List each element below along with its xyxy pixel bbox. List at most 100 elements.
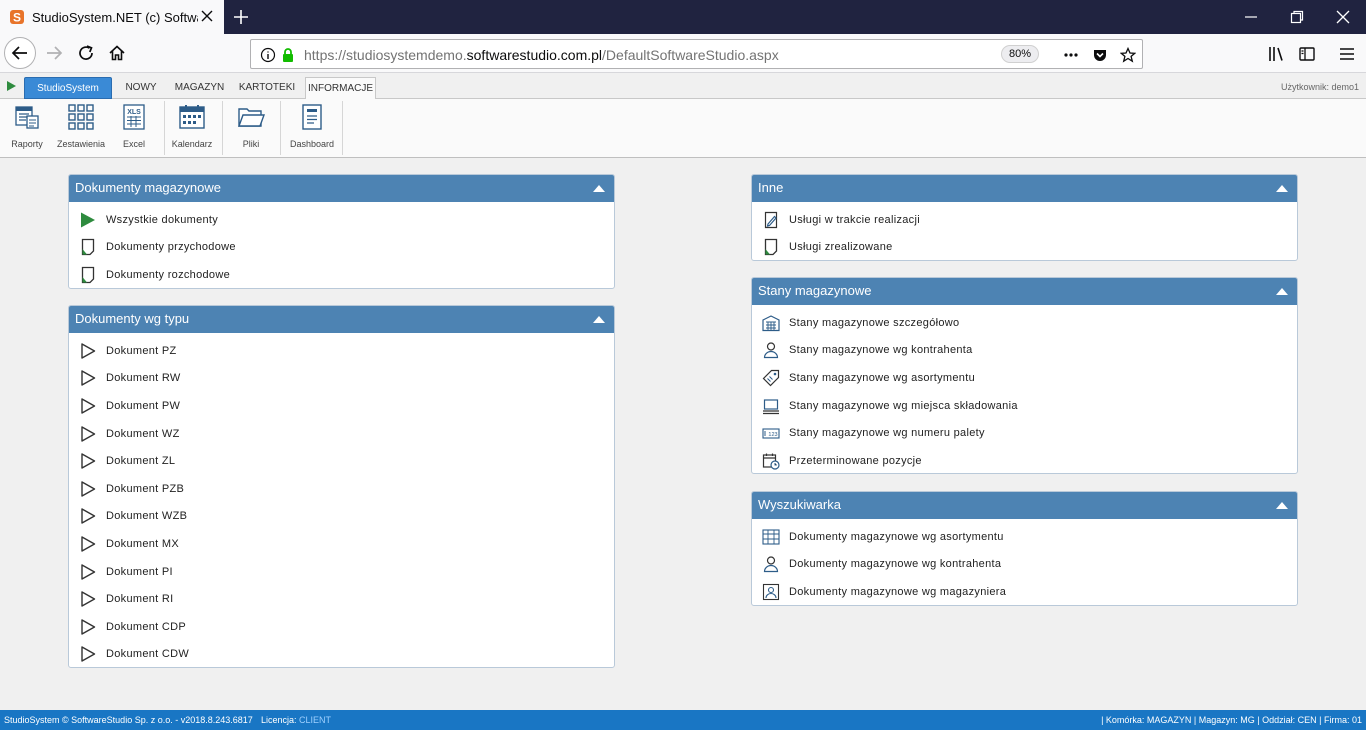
list-item[interactable]: Dokument CDW [69,641,614,668]
play-outline-icon [79,507,97,525]
collapse-up-icon[interactable] [592,315,606,324]
item-label: Usługi zrealizowane [789,241,893,254]
hamburger-menu-icon[interactable] [1338,45,1356,63]
list-item[interactable]: Dokument RI [69,585,614,613]
raporty-label: Raporty [11,139,43,149]
pliki-button[interactable]: Pliki [236,103,266,153]
play-outline-icon [79,618,97,636]
zestawienia-label: Zestawienia [56,139,106,149]
excel-label: Excel [122,139,145,149]
info-icon[interactable] [260,47,276,63]
tab-magazyn[interactable]: MAGAZYN [172,77,227,99]
list-item[interactable]: Dokument ZL [69,447,614,475]
kalendarz-label: Kalendarz [171,139,213,149]
panel-header[interactable]: Dokumenty magazynowe [69,175,614,202]
license-info: Licencja: CLIENT [261,715,332,725]
list-item[interactable]: Dokument WZ [69,420,614,448]
collapse-up-icon[interactable] [1275,184,1289,193]
list-item[interactable]: Stany magazynowe wg asortymentu [752,364,1297,392]
list-item[interactable]: Dokument PZB [69,475,614,503]
list-item[interactable]: Stany magazynowe wg kontrahenta [752,337,1297,365]
list-item[interactable]: Dokument PI [69,558,614,586]
page-actions-menu-icon[interactable] [1063,47,1079,63]
item-label: Dokument RI [106,593,174,606]
list-item[interactable]: Dokument CDP [69,613,614,641]
list-item[interactable]: Dokumenty przychodowe [69,234,614,262]
list-item[interactable]: Dokument PZ [69,337,614,365]
url-bar[interactable]: https://studiosystemdemo.softwarestudio.… [250,39,1143,69]
panel-title: Stany magazynowe [758,283,872,298]
reload-icon[interactable] [77,44,95,62]
item-label: Dokument PZB [106,482,185,495]
close-tab-icon[interactable] [200,9,214,23]
item-label: Dokument WZB [106,510,188,523]
excel-button[interactable]: XLS Excel [118,103,150,153]
pocket-icon[interactable] [1092,47,1108,63]
zoom-level-badge[interactable]: 80% [1001,45,1039,63]
reports-icon [15,106,39,129]
document-icon [762,238,780,256]
user-icon [762,341,780,359]
list-item[interactable]: Usługi zrealizowane [752,234,1297,261]
kalendarz-button[interactable]: Kalendarz [171,103,213,153]
item-label: Dokumenty rozchodowe [106,268,231,281]
home-icon[interactable] [108,44,126,62]
close-window-icon[interactable] [1336,10,1350,24]
restore-icon[interactable] [1290,10,1304,24]
raporty-button[interactable]: Raporty [8,103,46,153]
back-arrow-icon [11,46,27,60]
tab-studiosystem[interactable]: StudioSystem [24,77,112,99]
new-tab-plus-icon[interactable] [232,8,250,26]
list-item[interactable]: Dokumenty magazynowe wg magazyniera [752,578,1297,606]
panel-header[interactable]: Wyszukiwarka [752,492,1297,519]
list-item[interactable]: Dokument PW [69,392,614,420]
status-bar: StudioSystem © SoftwareStudio Sp. z o.o.… [0,710,1366,730]
panel-wyszukiwarka: Wyszukiwarka Dokumenty magazynowe wg aso… [751,491,1298,606]
list-item[interactable]: Stany magazynowe wg numeru palety [752,419,1297,447]
list-item[interactable]: Stany magazynowe szczegółowo [752,309,1297,337]
item-label: Wszystkie dokumenty [106,213,219,226]
list-item[interactable]: Dokumenty rozchodowe [69,261,614,289]
app-tab-strip: StudioSystem NOWY MAGAZYN KARTOTEKI INFO… [0,74,1366,100]
list-item[interactable]: Usługi w trakcie realizacji [752,206,1297,234]
dashboard-document-icon [302,104,322,130]
panel-stany-magazynowe: Stany magazynowe Stany magazynowe szczeg… [751,277,1298,474]
collapse-up-icon[interactable] [1275,501,1289,510]
collapse-up-icon[interactable] [592,184,606,193]
library-icon[interactable] [1267,45,1285,63]
tab-kartoteki[interactable]: KARTOTEKI [238,77,296,99]
ribbon-separator [164,101,165,155]
tab-informacje[interactable]: INFORMACJE [305,77,376,100]
svg-text:XLS: XLS [127,109,141,116]
item-label: Stany magazynowe wg miejsca składowania [789,399,1018,412]
bookmark-star-icon[interactable] [1120,47,1136,63]
panel-header[interactable]: Inne [752,175,1297,202]
list-item[interactable]: Dokumenty magazynowe wg asortymentu [752,523,1297,551]
ribbon-separator [222,101,223,155]
secure-lock-icon[interactable] [280,47,296,63]
item-label: Dokumenty przychodowe [106,241,236,254]
forward-arrow-icon[interactable] [45,44,63,62]
panel-header[interactable]: Stany magazynowe [752,278,1297,305]
play-icon[interactable] [6,80,17,92]
list-item[interactable]: Dokument MX [69,530,614,558]
collapse-up-icon[interactable] [1275,287,1289,296]
tab-nowy[interactable]: NOWY [121,77,161,99]
list-item[interactable]: Stany magazynowe wg miejsca składowania [752,392,1297,420]
list-item[interactable]: Dokument WZB [69,503,614,531]
item-label: Dokument PW [106,399,181,412]
panel-dokumenty-magazynowe: Dokumenty magazynowe Wszystkie dokumenty… [68,174,615,289]
user-icon [762,555,780,573]
minimize-icon[interactable] [1244,10,1258,24]
browser-tab[interactable]: S StudioSystem.NET (c) Software [0,0,224,34]
zestawienia-button[interactable]: Zestawienia [55,103,107,153]
panel-header[interactable]: Dokumenty wg typu [69,306,614,333]
list-item[interactable]: Wszystkie dokumenty [69,206,614,234]
list-item[interactable]: Dokumenty magazynowe wg kontrahenta [752,551,1297,579]
item-label: Stany magazynowe wg kontrahenta [789,344,973,357]
url-text[interactable]: https://studiosystemdemo.softwarestudio.… [304,47,779,63]
list-item[interactable]: Przeterminowane pozycje [752,447,1297,474]
sidebar-toggle-icon[interactable] [1298,45,1316,63]
list-item[interactable]: Dokument RW [69,365,614,393]
dashboard-button[interactable]: Dashboard [288,103,336,153]
